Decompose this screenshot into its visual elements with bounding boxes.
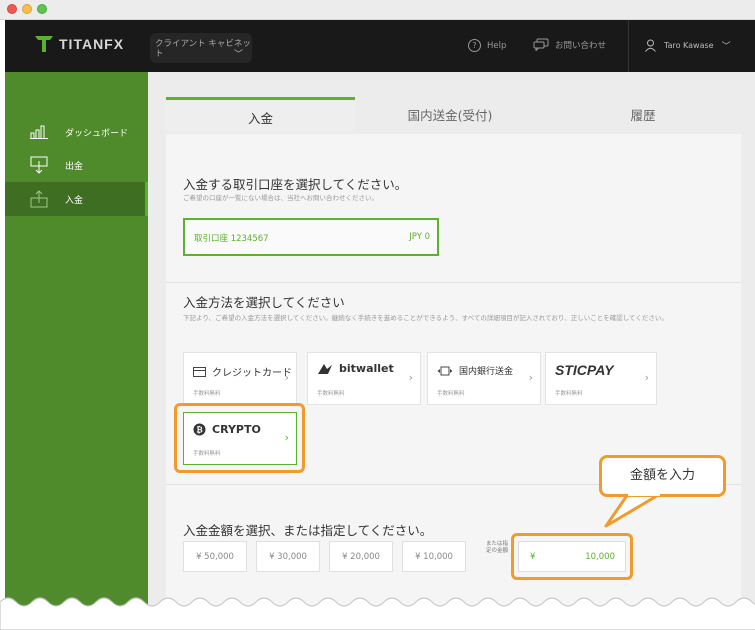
- app-window: TITANFX クライアント キャビネット ﹀ ? Help お問い合わせ Ta…: [0, 0, 755, 630]
- callout-joint: [628, 490, 660, 496]
- callout-bubble: 金額を入力: [599, 455, 726, 497]
- torn-edge-decoration: [0, 597, 755, 630]
- callout-pointer: [604, 492, 662, 528]
